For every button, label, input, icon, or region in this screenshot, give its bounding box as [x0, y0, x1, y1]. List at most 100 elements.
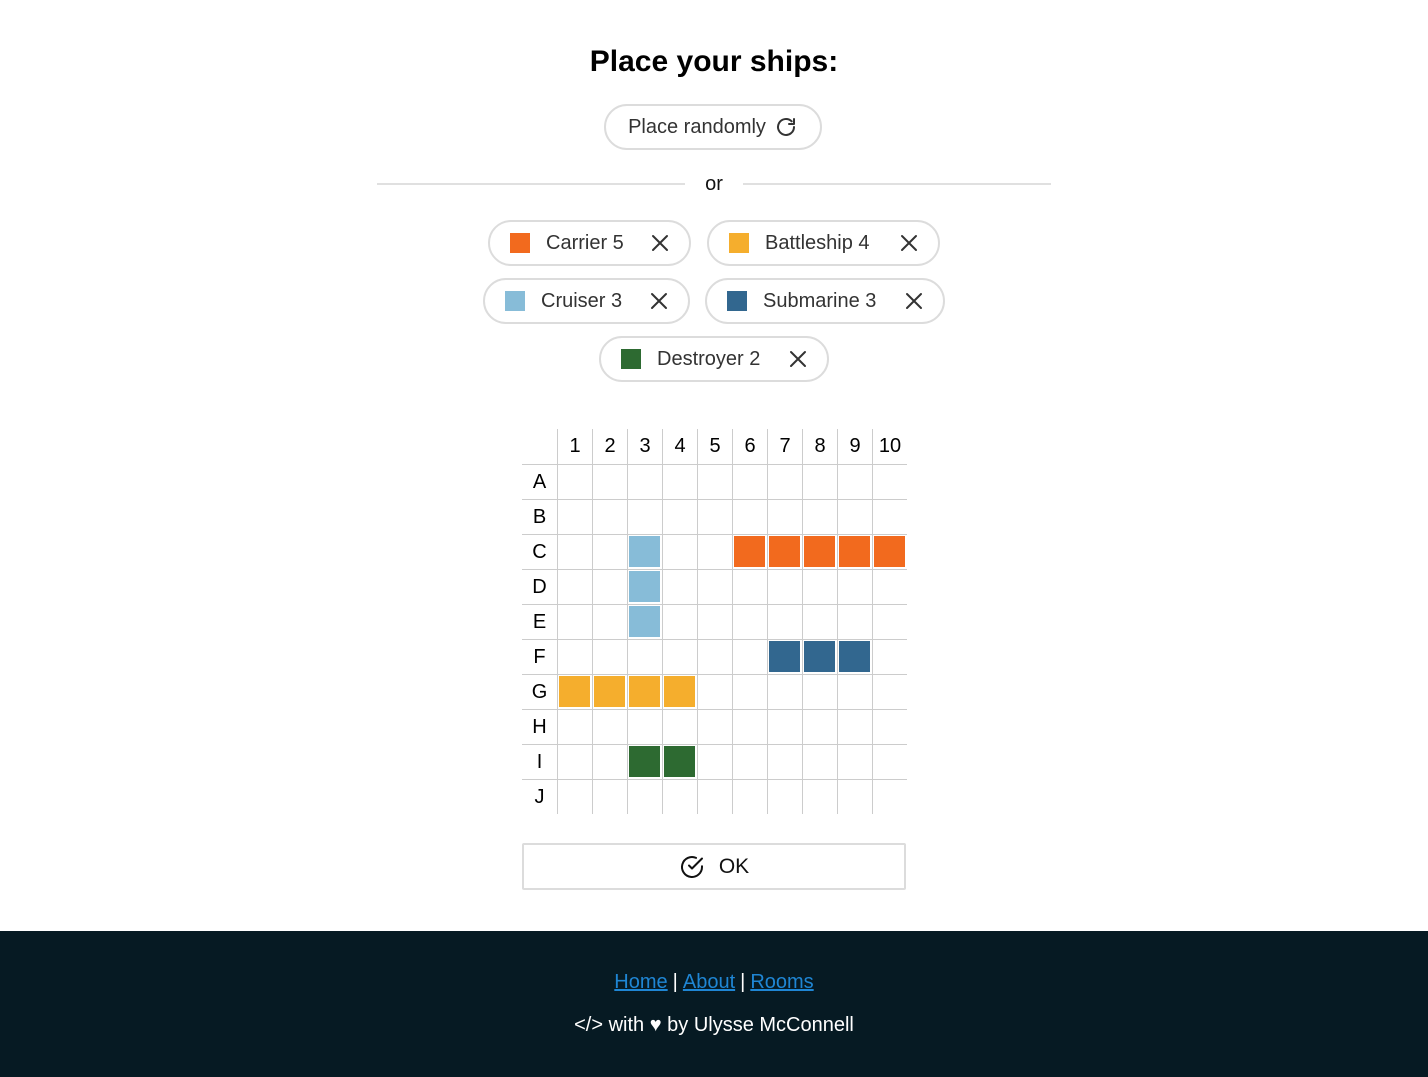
- close-icon[interactable]: [651, 234, 669, 252]
- board-cell-I2[interactable]: [592, 744, 627, 779]
- ship-chip-destroyer[interactable]: Destroyer 2: [599, 336, 829, 382]
- board-cell-F3[interactable]: [627, 639, 662, 674]
- ship-segment-carrier[interactable]: [839, 536, 870, 567]
- board-cell-J10[interactable]: [872, 779, 907, 814]
- board-cell-D7[interactable]: [767, 569, 802, 604]
- ship-segment-carrier[interactable]: [734, 536, 765, 567]
- ship-segment-cruiser[interactable]: [629, 606, 660, 637]
- ship-segment-carrier[interactable]: [874, 536, 905, 567]
- board-cell-G8[interactable]: [802, 674, 837, 709]
- board-cell-B4[interactable]: [662, 499, 697, 534]
- board-cell-G7[interactable]: [767, 674, 802, 709]
- board-cell-J3[interactable]: [627, 779, 662, 814]
- board-cell-F6[interactable]: [732, 639, 767, 674]
- board-cell-D1[interactable]: [557, 569, 592, 604]
- ship-segment-submarine[interactable]: [839, 641, 870, 672]
- board-cell-B7[interactable]: [767, 499, 802, 534]
- board-cell-B3[interactable]: [627, 499, 662, 534]
- board-cell-E4[interactable]: [662, 604, 697, 639]
- ship-chip-battleship[interactable]: Battleship 4: [707, 220, 940, 266]
- board-cell-E10[interactable]: [872, 604, 907, 639]
- board-cell-A10[interactable]: [872, 464, 907, 499]
- board-cell-I1[interactable]: [557, 744, 592, 779]
- board-cell-G9[interactable]: [837, 674, 872, 709]
- board-cell-E2[interactable]: [592, 604, 627, 639]
- ship-segment-battleship[interactable]: [629, 676, 660, 707]
- board-cell-G5[interactable]: [697, 674, 732, 709]
- board-cell-H10[interactable]: [872, 709, 907, 744]
- board-cell-I9[interactable]: [837, 744, 872, 779]
- board-cell-I6[interactable]: [732, 744, 767, 779]
- board-cell-H6[interactable]: [732, 709, 767, 744]
- ship-segment-cruiser[interactable]: [629, 571, 660, 602]
- ship-segment-carrier[interactable]: [804, 536, 835, 567]
- board-cell-E1[interactable]: [557, 604, 592, 639]
- board-cell-B8[interactable]: [802, 499, 837, 534]
- board-cell-H8[interactable]: [802, 709, 837, 744]
- board-cell-C5[interactable]: [697, 534, 732, 569]
- board-cell-J2[interactable]: [592, 779, 627, 814]
- board-cell-A5[interactable]: [697, 464, 732, 499]
- board-cell-J7[interactable]: [767, 779, 802, 814]
- board-cell-A1[interactable]: [557, 464, 592, 499]
- board-cell-J9[interactable]: [837, 779, 872, 814]
- board-cell-J4[interactable]: [662, 779, 697, 814]
- close-icon[interactable]: [905, 292, 923, 310]
- ship-segment-submarine[interactable]: [769, 641, 800, 672]
- board-cell-B9[interactable]: [837, 499, 872, 534]
- board-cell-G6[interactable]: [732, 674, 767, 709]
- footer-link-about[interactable]: About: [683, 971, 735, 993]
- board-cell-E9[interactable]: [837, 604, 872, 639]
- board-cell-I7[interactable]: [767, 744, 802, 779]
- board-cell-D5[interactable]: [697, 569, 732, 604]
- board-cell-A8[interactable]: [802, 464, 837, 499]
- ship-segment-destroyer[interactable]: [629, 746, 660, 777]
- ship-chip-cruiser[interactable]: Cruiser 3: [483, 278, 690, 324]
- close-icon[interactable]: [650, 292, 668, 310]
- board-cell-B2[interactable]: [592, 499, 627, 534]
- board-cell-C1[interactable]: [557, 534, 592, 569]
- board-cell-E5[interactable]: [697, 604, 732, 639]
- board-cell-D4[interactable]: [662, 569, 697, 604]
- board-cell-J1[interactable]: [557, 779, 592, 814]
- place-randomly-button[interactable]: Place randomly: [604, 104, 822, 150]
- board-cell-F5[interactable]: [697, 639, 732, 674]
- board-cell-J6[interactable]: [732, 779, 767, 814]
- ship-segment-battleship[interactable]: [664, 676, 695, 707]
- footer-link-home[interactable]: Home: [614, 971, 667, 993]
- board-cell-D9[interactable]: [837, 569, 872, 604]
- board-cell-H7[interactable]: [767, 709, 802, 744]
- board-cell-D10[interactable]: [872, 569, 907, 604]
- board-cell-H3[interactable]: [627, 709, 662, 744]
- board-cell-J8[interactable]: [802, 779, 837, 814]
- board-cell-E7[interactable]: [767, 604, 802, 639]
- ok-button[interactable]: OK: [522, 843, 906, 890]
- board-cell-A9[interactable]: [837, 464, 872, 499]
- ship-segment-carrier[interactable]: [769, 536, 800, 567]
- ship-chip-submarine[interactable]: Submarine 3: [705, 278, 945, 324]
- board-cell-H2[interactable]: [592, 709, 627, 744]
- close-icon[interactable]: [789, 350, 807, 368]
- board-cell-C4[interactable]: [662, 534, 697, 569]
- board-cell-B5[interactable]: [697, 499, 732, 534]
- board-cell-I10[interactable]: [872, 744, 907, 779]
- board-cell-G10[interactable]: [872, 674, 907, 709]
- board-cell-D8[interactable]: [802, 569, 837, 604]
- board-cell-H9[interactable]: [837, 709, 872, 744]
- board-cell-E8[interactable]: [802, 604, 837, 639]
- board-cell-C2[interactable]: [592, 534, 627, 569]
- board-cell-J5[interactable]: [697, 779, 732, 814]
- close-icon[interactable]: [900, 234, 918, 252]
- ship-chip-carrier[interactable]: Carrier 5: [488, 220, 691, 266]
- board-cell-B10[interactable]: [872, 499, 907, 534]
- board-cell-F1[interactable]: [557, 639, 592, 674]
- board-cell-E6[interactable]: [732, 604, 767, 639]
- board-cell-F10[interactable]: [872, 639, 907, 674]
- board-cell-H1[interactable]: [557, 709, 592, 744]
- board-cell-A2[interactable]: [592, 464, 627, 499]
- board-cell-B1[interactable]: [557, 499, 592, 534]
- board-cell-D2[interactable]: [592, 569, 627, 604]
- footer-link-rooms[interactable]: Rooms: [750, 971, 813, 993]
- board-cell-A6[interactable]: [732, 464, 767, 499]
- board-cell-A7[interactable]: [767, 464, 802, 499]
